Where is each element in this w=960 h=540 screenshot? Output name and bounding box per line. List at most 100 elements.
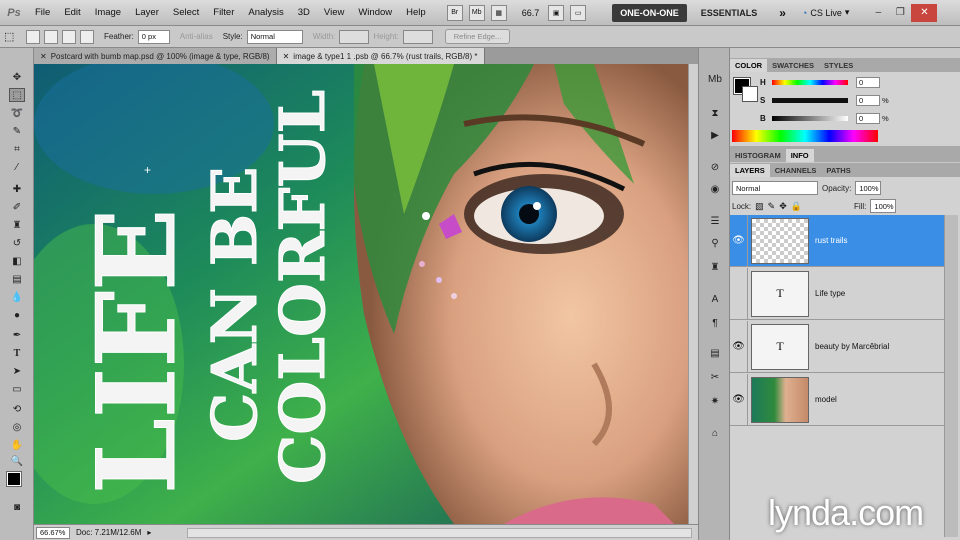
add-selection-icon[interactable]	[44, 29, 58, 44]
menu-layer[interactable]: Layer	[128, 7, 166, 18]
hue-input[interactable]: 0	[856, 76, 880, 88]
zoom-field[interactable]: 66.67%	[36, 526, 70, 539]
menu-file[interactable]: File	[28, 7, 57, 18]
tab-postcard[interactable]: ✕ Postcard with bumb map.psd @ 100% (ima…	[34, 48, 277, 64]
3d-icon[interactable]: ◉	[707, 182, 723, 196]
tab-color[interactable]: COLOR	[730, 59, 768, 72]
path-select-tool-icon[interactable]: ➤	[9, 364, 25, 378]
layer-name[interactable]: beauty by Marcêbrial	[815, 342, 889, 351]
feather-input[interactable]: 0 px	[137, 29, 170, 44]
doc-size-label[interactable]: Doc: 7.21M/12.6M	[76, 528, 141, 537]
arrange-icon[interactable]: ▣	[548, 4, 565, 21]
status-menu-icon[interactable]: ▸	[147, 528, 151, 537]
tab-swatches[interactable]: SWATCHES	[767, 59, 819, 72]
vertical-scrollbar[interactable]	[688, 64, 698, 524]
zoom-level[interactable]: 66.7	[522, 8, 540, 18]
tab-histogram[interactable]: HISTOGRAM	[730, 149, 786, 162]
style-select[interactable]: Normal	[246, 29, 303, 44]
history-brush-icon[interactable]: ↺	[9, 236, 25, 250]
minimize-icon[interactable]: –	[867, 4, 889, 22]
brightness-track[interactable]	[772, 115, 848, 121]
menu-edit[interactable]: Edit	[57, 7, 87, 18]
saturation-input[interactable]: 0	[856, 94, 880, 106]
tab-layers[interactable]: LAYERS	[730, 164, 770, 177]
gradient-tool-icon[interactable]: ▤	[9, 272, 25, 286]
move-tool-icon[interactable]: ✥	[9, 70, 25, 84]
intersect-selection-icon[interactable]	[80, 29, 94, 44]
brightness-slider[interactable]: B 0 %	[760, 112, 956, 124]
bridge-button[interactable]: Br	[446, 4, 463, 21]
type-tool-icon[interactable]: T	[9, 346, 25, 360]
clone-source-icon[interactable]: ♜	[707, 260, 723, 274]
marquee-tool-icon[interactable]: ⬚	[4, 30, 22, 43]
color-bg-swatch[interactable]	[742, 86, 758, 102]
layer-name[interactable]: rust trails	[815, 236, 847, 245]
guides-icon[interactable]: ▦	[490, 4, 507, 21]
masks-icon[interactable]: ✷	[707, 394, 723, 408]
actions-icon[interactable]: ▶	[707, 128, 723, 142]
close-icon[interactable]: ✕	[911, 3, 938, 22]
eye-icon[interactable]: 👁	[730, 214, 748, 267]
workspace-more-icon[interactable]: »	[771, 4, 794, 22]
color-spectrum-ramp[interactable]	[732, 130, 878, 142]
hand-tool-icon[interactable]: ✋	[9, 438, 25, 452]
adjustments-icon[interactable]: ☰	[707, 214, 723, 228]
pen-tool-icon[interactable]: ✒	[9, 328, 25, 342]
eye-icon[interactable]: 👁	[730, 320, 748, 373]
fill-input[interactable]: 100%	[870, 199, 897, 213]
width-input[interactable]	[339, 29, 370, 44]
stamp-tool-icon[interactable]: ♜	[9, 218, 25, 232]
restore-icon[interactable]: ❐	[889, 4, 911, 22]
subtract-selection-icon[interactable]	[62, 29, 76, 44]
visibility-toggle-empty[interactable]	[730, 267, 748, 320]
lock-all-icon[interactable]: 🔒	[791, 201, 802, 212]
history-icon[interactable]: ⧗	[707, 106, 723, 120]
eyedropper-tool-icon[interactable]: ⁄	[9, 160, 25, 174]
character-icon[interactable]: A	[707, 292, 723, 306]
hue-slider[interactable]: H 0	[760, 76, 956, 88]
crop-tool-icon[interactable]: ⌗	[9, 142, 25, 156]
zoom-tool-icon[interactable]: 🔍	[9, 454, 25, 468]
layer-comps-icon[interactable]: ⌂	[707, 426, 723, 440]
refine-edge-button[interactable]: Refine Edge...	[444, 29, 511, 44]
menu-image[interactable]: Image	[88, 7, 128, 18]
saturation-track[interactable]	[772, 97, 848, 103]
marquee-tool-icon[interactable]: ⬚	[9, 88, 25, 102]
workspace-essentials[interactable]: ESSENTIALS	[693, 4, 766, 22]
minibridge-button[interactable]: Mb	[468, 4, 485, 21]
layer-name[interactable]: Life type	[815, 289, 845, 298]
layers-scrollbar[interactable]	[944, 215, 958, 537]
layer-row-rust-trails[interactable]: 👁 rust trails	[730, 214, 944, 267]
cs-live-menu[interactable]: ◔ CS Live ▾	[802, 7, 849, 18]
lock-transparency-icon[interactable]: ▧	[755, 201, 764, 212]
tab-styles[interactable]: STYLES	[819, 59, 858, 72]
brush-tool-icon[interactable]: ✐	[9, 200, 25, 214]
antialias-checkbox[interactable]: Anti-alias	[180, 32, 213, 41]
opacity-input[interactable]: 100%	[855, 181, 882, 195]
new-selection-icon[interactable]	[26, 29, 40, 44]
quick-select-tool-icon[interactable]: ✎	[9, 124, 25, 138]
close-icon[interactable]: ✕	[40, 52, 47, 61]
height-input[interactable]	[402, 29, 433, 44]
lock-position-icon[interactable]: ✥	[779, 201, 787, 212]
healing-tool-icon[interactable]: ✚	[9, 182, 25, 196]
notes-icon[interactable]: ▤	[707, 346, 723, 360]
saturation-slider[interactable]: S 0 %	[760, 94, 956, 106]
menu-select[interactable]: Select	[166, 7, 206, 18]
tab-channels[interactable]: CHANNELS	[770, 164, 822, 177]
3d-camera-tool-icon[interactable]: ◎	[9, 420, 25, 434]
3d-rotate-tool-icon[interactable]: ⟲	[9, 402, 25, 416]
paragraph-icon[interactable]: ¶	[707, 316, 723, 330]
quick-mask-icon[interactable]: ◙	[9, 500, 25, 514]
tab-info[interactable]: INFO	[785, 149, 814, 162]
dodge-tool-icon[interactable]: ●	[9, 308, 25, 322]
menu-window[interactable]: Window	[351, 7, 399, 18]
tool-presets-icon[interactable]: ✂	[707, 370, 723, 384]
foreground-color-swatch[interactable]	[6, 471, 22, 487]
menu-view[interactable]: View	[317, 7, 351, 18]
eraser-tool-icon[interactable]: ◧	[9, 254, 25, 268]
horizontal-scrollbar[interactable]	[187, 527, 692, 538]
brush-presets-icon[interactable]: ⚲	[707, 236, 723, 250]
layer-row-life-type[interactable]: T Life type	[730, 267, 944, 320]
brightness-input[interactable]: 0	[856, 112, 880, 124]
